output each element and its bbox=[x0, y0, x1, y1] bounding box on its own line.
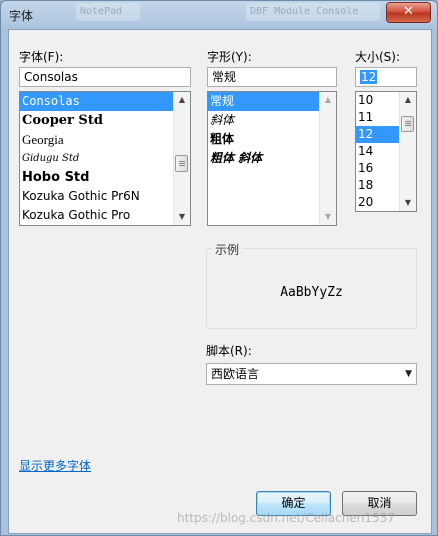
background-window-title: DBF Module Console bbox=[246, 3, 380, 21]
sample-group: 示例 AaBbYyZz bbox=[206, 241, 417, 329]
size-input[interactable]: 12 bbox=[355, 67, 417, 87]
style-label: 字形(Y): bbox=[207, 50, 252, 64]
close-icon: ✕ bbox=[403, 4, 414, 19]
chevron-down-icon[interactable]: ▼ bbox=[405, 367, 412, 381]
scrollbar-thumb[interactable] bbox=[175, 155, 188, 172]
style-list[interactable]: 常规 斜体 粗体 粗体 斜体 ▲ ▼ bbox=[207, 91, 337, 226]
size-list-scrollbar[interactable]: ▲ ▼ bbox=[399, 92, 416, 211]
font-list[interactable]: Consolas Cooper Std Georgia Gidugu Std H… bbox=[19, 91, 191, 226]
scroll-up-arrow-icon[interactable]: ▲ bbox=[174, 92, 190, 108]
scroll-down-arrow-icon[interactable]: ▼ bbox=[400, 195, 416, 211]
font-input[interactable]: Consolas bbox=[19, 67, 191, 87]
style-list-item[interactable]: 常规 bbox=[208, 92, 336, 111]
font-list-item[interactable]: Kozuka Gothic Pro bbox=[20, 206, 190, 225]
style-input[interactable]: 常规 bbox=[207, 67, 337, 87]
font-list-item[interactable]: Cooper Std bbox=[20, 111, 190, 130]
script-select-value: 西欧语言 bbox=[211, 367, 260, 381]
scroll-up-arrow-icon[interactable]: ▲ bbox=[400, 92, 416, 108]
background-window-title: NotePad bbox=[76, 3, 140, 21]
sample-legend: 示例 bbox=[212, 241, 243, 258]
font-label: 字体(F): bbox=[19, 50, 64, 64]
style-list-item[interactable]: 粗体 bbox=[208, 130, 336, 149]
scrollbar-thumb[interactable] bbox=[401, 116, 414, 132]
size-input-value: 12 bbox=[360, 70, 378, 84]
font-list-item[interactable]: Kozuka Gothic Pr6N bbox=[20, 187, 190, 206]
size-label: 大小(S): bbox=[355, 50, 401, 64]
font-list-item[interactable]: Consolas bbox=[20, 92, 190, 111]
show-more-fonts-link[interactable]: 显示更多字体 bbox=[19, 457, 91, 474]
script-select[interactable]: 西欧语言 ▼ bbox=[206, 363, 417, 385]
scroll-down-arrow-icon[interactable]: ▼ bbox=[174, 209, 190, 225]
font-list-scrollbar[interactable]: ▲ ▼ bbox=[173, 92, 190, 225]
sample-text: AaBbYyZz bbox=[280, 285, 343, 300]
scroll-up-arrow-icon[interactable]: ▲ bbox=[320, 92, 336, 108]
font-list-item[interactable]: Hobo Std bbox=[20, 168, 190, 187]
font-list-item[interactable]: Georgia bbox=[20, 130, 190, 149]
window-title: 字体 bbox=[9, 9, 34, 23]
font-list-item[interactable]: Gidugu Std bbox=[20, 149, 190, 168]
size-list[interactable]: 10 11 12 14 16 18 20 ▲ ▼ bbox=[355, 91, 417, 212]
style-list-item[interactable]: 粗体 斜体 bbox=[208, 149, 336, 168]
scroll-down-arrow-icon[interactable]: ▼ bbox=[320, 209, 336, 225]
watermark: https://blog.csdn.net/Cellachen1537 bbox=[177, 511, 395, 525]
title-bar: 字体 NotePad DBF Module Console ✕ bbox=[1, 1, 437, 29]
style-list-item[interactable]: 斜体 bbox=[208, 111, 336, 130]
style-list-scrollbar[interactable]: ▲ ▼ bbox=[319, 92, 336, 225]
dialog-body: 字体(F): Consolas Consolas Cooper Std Geor… bbox=[8, 29, 432, 534]
close-button[interactable]: ✕ bbox=[386, 2, 431, 23]
font-dialog: 字体 NotePad DBF Module Console ✕ 字体(F): C… bbox=[0, 0, 438, 536]
script-label: 脚本(R): bbox=[206, 344, 252, 358]
